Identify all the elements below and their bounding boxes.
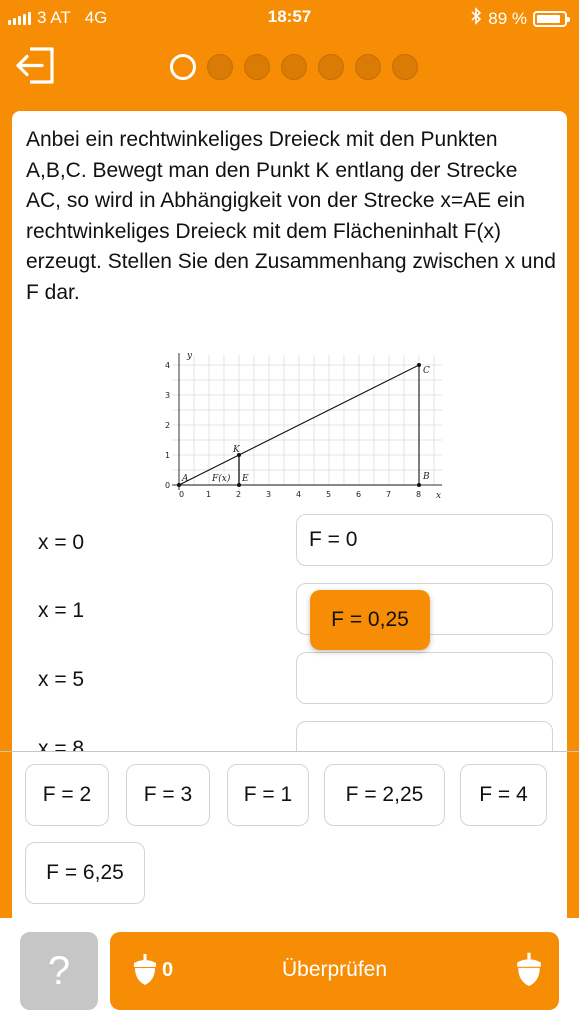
x-tick: 3: [266, 490, 271, 499]
bluetooth-icon: [470, 7, 482, 30]
progress-dot: [392, 54, 418, 80]
progress-dot: [355, 54, 381, 80]
label-a: A: [181, 474, 189, 484]
status-bar: 3 AT 4G 18:57 89 %: [0, 0, 579, 36]
question-card: Anbei ein rechtwinkeliges Dreieck mit de…: [12, 111, 567, 751]
answer-bank: F = 2 F = 3 F = 1 F = 2,25 F = 4 F = 6,2…: [12, 752, 567, 918]
x-tick: 4: [296, 490, 301, 499]
x-label: x = 5: [38, 668, 85, 691]
progress-dot-current: [170, 54, 196, 80]
answer-chip[interactable]: F = 2: [25, 764, 109, 826]
answer-chip[interactable]: F = 4: [460, 764, 547, 826]
question-text: Anbei ein rechtwinkeliges Dreieck mit de…: [26, 128, 556, 304]
exit-button[interactable]: [14, 46, 58, 86]
check-button[interactable]: 0 Überprüfen: [110, 932, 559, 1010]
point-c: [417, 363, 421, 367]
check-label: Überprüfen: [281, 958, 388, 981]
footer: ? 0 Überprüfen: [0, 918, 579, 1030]
label-c: C: [423, 366, 430, 376]
status-right: 89 %: [470, 7, 570, 30]
y-tick: 2: [165, 421, 170, 430]
point-a: [177, 483, 181, 487]
dragged-answer-chip[interactable]: F = 0,25: [310, 590, 430, 650]
grid: [172, 355, 442, 485]
answer-chip[interactable]: F = 3: [126, 764, 210, 826]
progress-dot: [244, 54, 270, 80]
acorn-icon: [517, 952, 541, 987]
battery-percent: 89 %: [488, 8, 527, 28]
answer-chip[interactable]: F = 2,25: [324, 764, 445, 826]
battery-icon: [533, 10, 570, 27]
answer-slot[interactable]: F = 0: [296, 514, 553, 566]
y-tick: 4: [165, 361, 170, 370]
x-label: x = 1: [38, 599, 85, 622]
answer-slot[interactable]: [296, 652, 553, 704]
progress-dots: [170, 54, 418, 80]
exit-icon: [16, 47, 54, 84]
y-tick: 0: [165, 481, 170, 490]
triangle-figure: A C B K E F(x) y x 0 1 2 3 4 5 6 7 8 0 1…: [165, 351, 442, 501]
point-b: [417, 483, 421, 487]
label-b: B: [422, 472, 430, 482]
x-label: x = 0: [38, 531, 85, 554]
x-tick: 0: [179, 490, 184, 499]
x-label: x = 8: [38, 737, 85, 751]
help-button[interactable]: ?: [20, 932, 98, 1010]
matching-rows: x = 0 F = 0 x = 1 x = 5 x = 8: [12, 511, 567, 751]
progress-dot: [318, 54, 344, 80]
x-tick: 2: [236, 490, 241, 499]
x-tick: 6: [356, 490, 361, 499]
y-axis-label: y: [186, 351, 193, 361]
x-axis-label: x: [436, 491, 441, 501]
label-k: K: [232, 445, 241, 455]
progress-dot: [281, 54, 307, 80]
x-tick: 8: [416, 490, 421, 499]
label-e: E: [241, 474, 249, 484]
answer-chip[interactable]: F = 1: [227, 764, 309, 826]
answer-chip[interactable]: F = 6,25: [25, 842, 145, 904]
y-tick: 3: [165, 391, 170, 400]
x-tick: 5: [326, 490, 331, 499]
x-tick: 7: [386, 490, 391, 499]
label-fx: F(x): [211, 473, 231, 484]
progress-dot: [207, 54, 233, 80]
x-tick: 1: [206, 490, 211, 499]
answer-slot[interactable]: [296, 721, 553, 751]
y-tick: 1: [165, 451, 170, 460]
point-e: [237, 483, 241, 487]
